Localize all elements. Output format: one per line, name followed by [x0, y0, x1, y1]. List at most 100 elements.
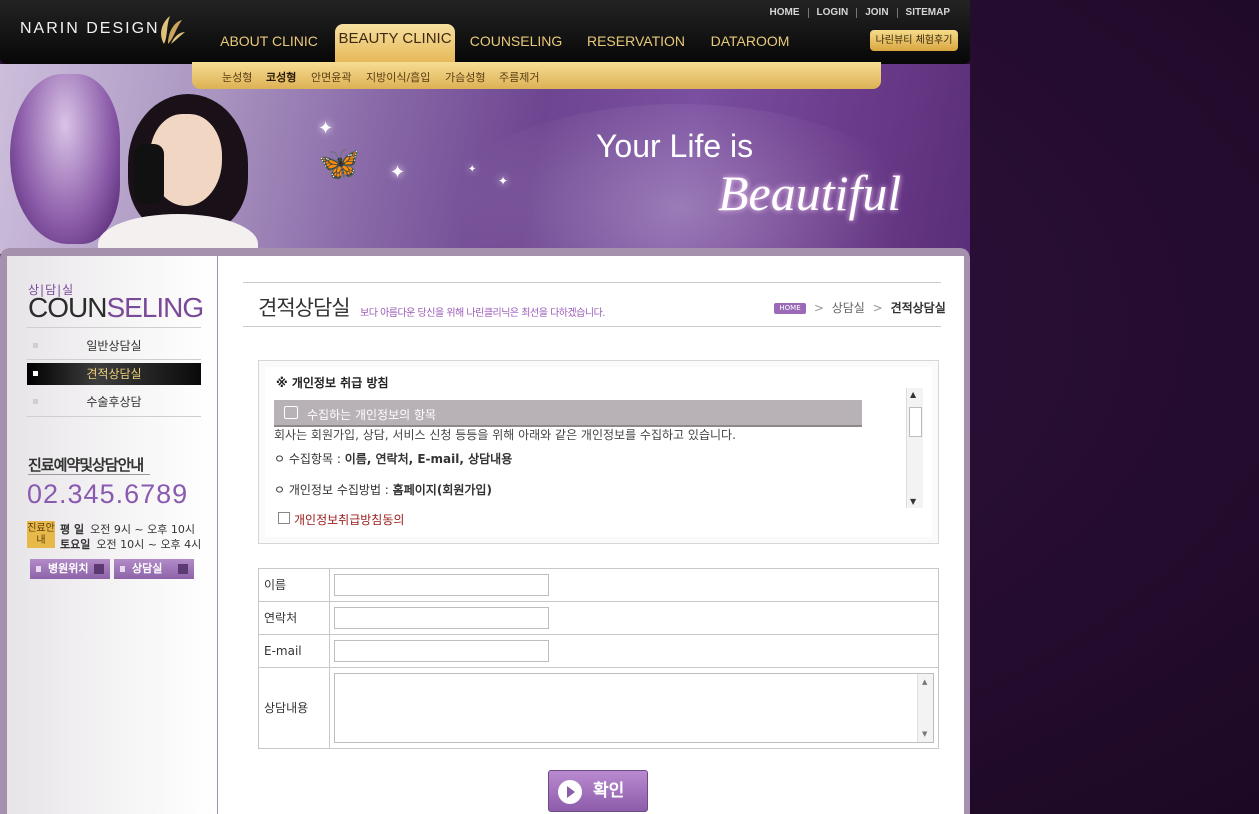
- sidebar-item-estimate[interactable]: 견적상담실: [27, 363, 201, 385]
- breadcrumb-parent[interactable]: 상담실: [832, 301, 865, 315]
- divider: [243, 282, 941, 283]
- location-button-label: 병원위치: [48, 562, 89, 575]
- email-label: E-mail: [258, 635, 330, 667]
- sparkle-icon: ✦: [468, 164, 477, 175]
- subnav-eye[interactable]: 눈성형: [222, 69, 252, 85]
- util-sitemap-link[interactable]: SITEMAP: [896, 8, 958, 18]
- subnav-wrinkle[interactable]: 주름제거: [499, 69, 539, 85]
- email-input[interactable]: [334, 640, 549, 662]
- policy-intro: 회사는 회원가입, 상담, 서비스 신청 등등을 위해 아래와 같은 개인정보를…: [274, 428, 736, 442]
- nav-counseling[interactable]: COUNSELING: [466, 24, 566, 64]
- agree-label[interactable]: 개인정보취급방침동의: [294, 511, 404, 528]
- policy-row-value: 이름, 연락처, E-mail, 상담내용: [344, 452, 513, 466]
- contact-input[interactable]: [334, 607, 549, 629]
- policy-collect-items: ㅇ 수집항목 : 이름, 연락처, E-mail, 상담내용: [274, 450, 512, 467]
- leaf-logo-icon: [161, 16, 185, 44]
- page-description: 보다 아름다운 당신을 위해 나린클리닉은 최선을 다하겠습니다.: [360, 308, 605, 319]
- hours-day: 토요일: [60, 538, 91, 551]
- divider: [28, 474, 150, 475]
- subnav-face-contour[interactable]: 안면윤곽: [311, 69, 351, 85]
- policy-section-title: 수집하는 개인정보의 항목: [307, 408, 437, 422]
- scroll-up-icon[interactable]: ▲: [910, 390, 916, 399]
- submit-button[interactable]: 확인: [548, 770, 648, 812]
- divider: [27, 359, 201, 360]
- location-button[interactable]: 병원위치: [30, 559, 110, 579]
- sub-nav: 눈성형 코성형 안면윤곽 지방이식/흡입 가슴성형 주름제거: [192, 62, 881, 89]
- nav-beauty-clinic[interactable]: BEAUTY CLINIC: [335, 24, 455, 64]
- util-login-link[interactable]: LOGIN: [807, 8, 857, 18]
- arrow-right-icon: [94, 564, 104, 574]
- submit-label: 확인: [593, 781, 625, 801]
- top-bar: NARIN DESIGN HOME LOGIN JOIN SITEMAP ABO…: [0, 0, 970, 64]
- sidebar-item-post-surgery[interactable]: 수술후상담: [27, 391, 201, 413]
- sidebar-item-label: 견적상담실: [86, 367, 142, 381]
- sidebar-item-general[interactable]: 일반상담실: [27, 335, 201, 357]
- policy-section-header: 수집하는 개인정보의 항목: [274, 400, 862, 427]
- sparkle-icon: ✦: [498, 174, 509, 188]
- hours-weekday: 평 일 오전 9시 ~ 오후 10시: [60, 521, 195, 537]
- sidebar-title-part2: SELING: [106, 292, 204, 323]
- counsel-button-label: 상담실: [132, 562, 163, 575]
- review-button[interactable]: 나린뷰티 체험후기: [870, 30, 958, 51]
- scroll-down-icon[interactable]: ▼: [910, 497, 916, 506]
- arrow-right-icon: [178, 564, 188, 574]
- name-label: 이름: [258, 569, 330, 601]
- scroll-down-icon[interactable]: ▼: [922, 730, 927, 738]
- hours-time: 오전 10시 ~ 오후 4시: [96, 538, 202, 551]
- nav-reservation[interactable]: RESERVATION: [586, 24, 686, 64]
- message-label: 상담내용: [258, 668, 330, 748]
- bullet-icon: [33, 371, 38, 376]
- breadcrumb-current: 견적상담실: [890, 301, 946, 315]
- hours-time: 오전 9시 ~ 오후 10시: [90, 523, 195, 536]
- hours-saturday: 토요일 오전 10시 ~ 오후 4시: [60, 536, 201, 552]
- subnav-breast[interactable]: 가슴성형: [445, 69, 485, 85]
- util-join-link[interactable]: JOIN: [856, 8, 896, 18]
- policy-row-label: ㅇ 수집항목 :: [274, 452, 345, 466]
- breadcrumb: HOME > 상담실 > 견적상담실: [774, 299, 946, 316]
- hours-day: 평 일: [60, 523, 85, 536]
- scroll-thumb[interactable]: [909, 407, 922, 437]
- chevron-right-icon: >: [872, 301, 883, 315]
- divider: [243, 326, 941, 327]
- counsel-button[interactable]: 상담실: [114, 559, 194, 579]
- sparkle-icon: ✦: [390, 162, 406, 183]
- contact-label: 연락처: [258, 602, 330, 634]
- bullet-icon: [33, 343, 38, 348]
- textarea-scrollbar[interactable]: ▲ ▼: [917, 674, 933, 742]
- sidebar-title: COUNSELING: [28, 292, 204, 324]
- chevron-right-icon: >: [813, 301, 824, 315]
- sparkle-icon: ✦: [318, 118, 334, 139]
- utility-nav: HOME LOGIN JOIN SITEMAP: [762, 8, 958, 18]
- subnav-nose[interactable]: 코성형: [266, 69, 296, 85]
- scroll-up-icon[interactable]: ▲: [922, 678, 927, 686]
- policy-collect-method: ㅇ 개인정보 수집방법 : 홈페이지(회원가입): [274, 481, 492, 498]
- home-icon[interactable]: HOME: [774, 303, 806, 314]
- bullet-icon: [120, 566, 125, 572]
- page-title: 견적상담실: [258, 296, 351, 320]
- flower-image: [10, 74, 120, 244]
- hours-badge: 진료안내: [27, 521, 55, 548]
- nav-about-clinic[interactable]: ABOUT CLINIC: [212, 24, 326, 64]
- document-icon: [284, 406, 298, 419]
- hero-slogan-line2: Beautiful: [718, 165, 902, 221]
- bullet-icon: [33, 399, 38, 404]
- name-input[interactable]: [334, 574, 549, 596]
- subnav-fat-graft[interactable]: 지방이식/흡입: [366, 69, 430, 85]
- agree-checkbox[interactable]: [278, 512, 290, 524]
- sidebar-item-label: 일반상담실: [86, 339, 142, 353]
- sidebar-item-label: 수술후상담: [86, 395, 142, 409]
- butterfly-icon: 🦋: [318, 144, 361, 184]
- privacy-policy-title: ※ 개인정보 취급 방침: [276, 376, 389, 390]
- reservation-info-title: 진료예약및상담안내: [28, 456, 144, 474]
- policy-row-label: ㅇ 개인정보 수집방법 :: [274, 483, 393, 497]
- telephone-image: [134, 144, 164, 204]
- nav-dataroom[interactable]: DATAROOM: [708, 24, 792, 64]
- message-textarea[interactable]: ▲ ▼: [334, 673, 934, 743]
- util-home-link[interactable]: HOME: [762, 8, 808, 18]
- logo[interactable]: NARIN DESIGN: [20, 20, 160, 38]
- hero-slogan-line1: Your Life is: [596, 128, 754, 164]
- divider: [27, 416, 201, 417]
- bullet-icon: [36, 566, 41, 572]
- policy-row-value: 홈페이지(회원가입): [392, 483, 492, 497]
- policy-scrollbar[interactable]: ▲ ▼: [906, 388, 923, 508]
